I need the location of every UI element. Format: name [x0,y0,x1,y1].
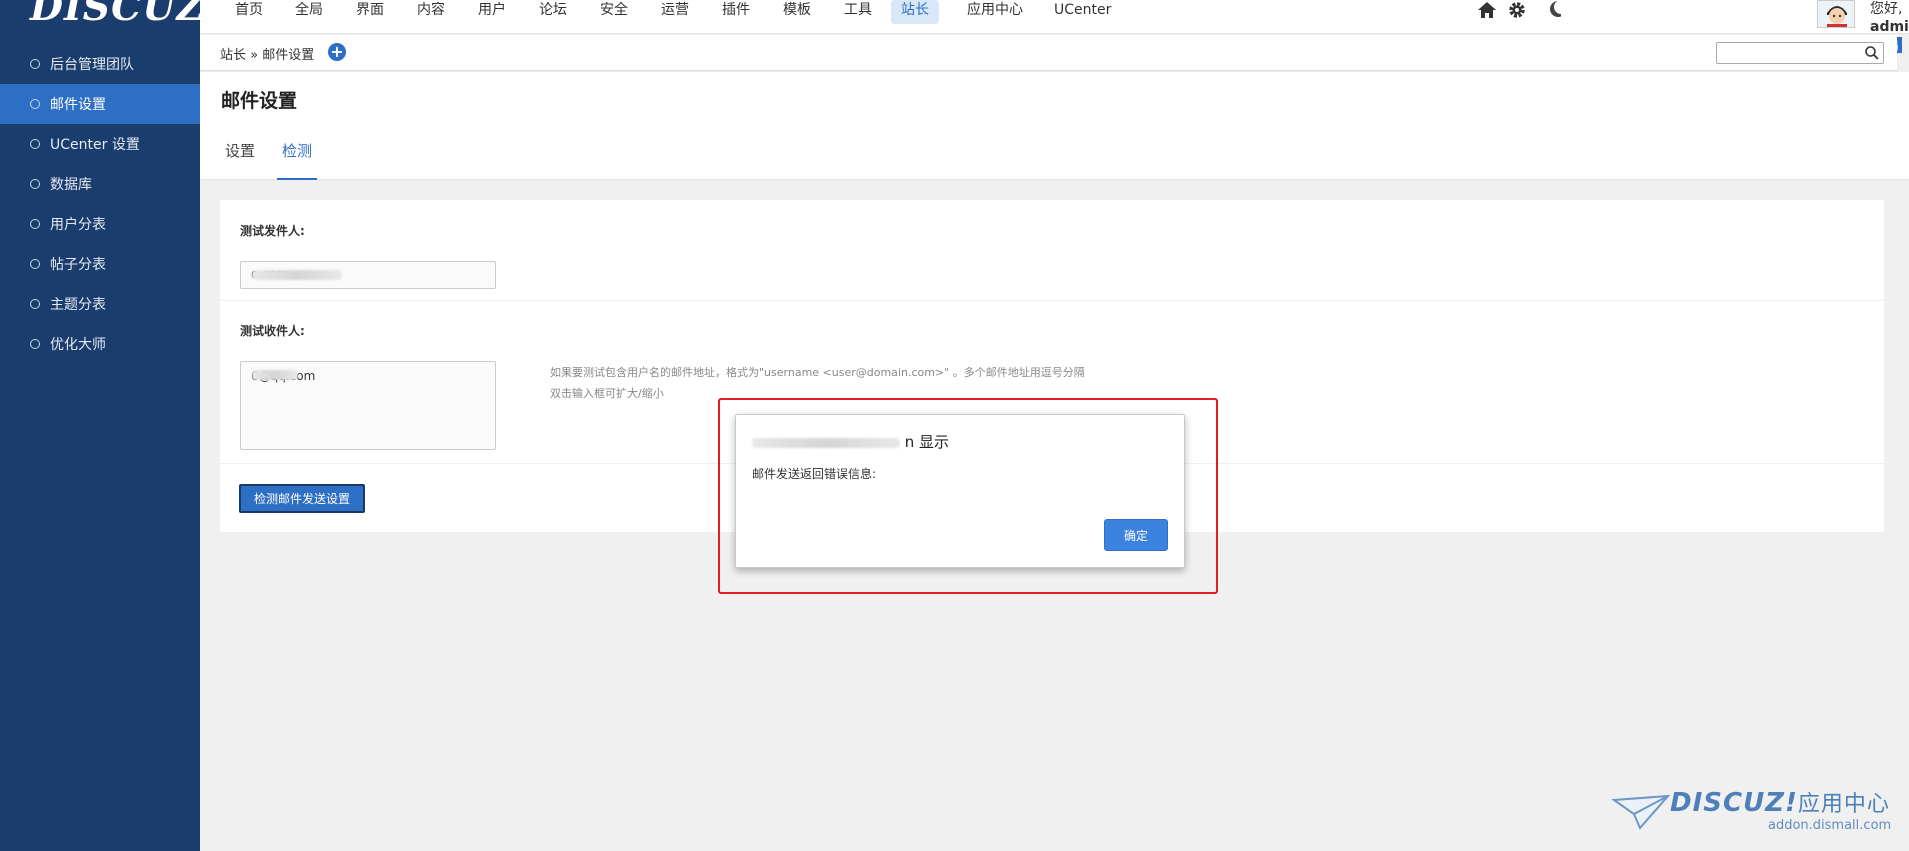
avatar[interactable] [1817,0,1855,28]
redaction-blur [752,437,900,448]
recipient-label: 测试收件人: [240,324,305,338]
circle-icon [30,59,40,69]
circle-icon [30,99,40,109]
nav-ucenter[interactable]: UCenter [1044,0,1121,24]
gear-icon[interactable] [1506,0,1528,20]
watermark-brand: DISCUZ!应用中心 [1670,786,1890,818]
sidebar-item-user-split[interactable]: 用户分表 [0,204,200,244]
greeting-text: 您好, [1870,1,1903,17]
dialog-message: 邮件发送返回错误信息: [752,467,877,481]
username: admin [1870,19,1909,35]
sidebar-item-thread-split[interactable]: 主题分表 [0,284,200,324]
nav-interface[interactable]: 界面 [346,0,394,24]
top-nav: 首页 全局 界面 内容 用户 论坛 安全 运营 插件 模板 工具 站长 应用中心… [200,0,1909,53]
watermark-label: 应用中心 [1797,792,1890,817]
circle-icon [30,299,40,309]
sidebar-item-post-split[interactable]: 帖子分表 [0,244,200,284]
sidebar-item-ucenter-settings[interactable]: UCenter 设置 [0,124,200,164]
circle-icon [30,259,40,269]
divider [220,300,1884,301]
resize-hint: 双击输入框可扩大/缩小 [550,387,664,400]
sidebar-item-admin-team[interactable]: 后台管理团队 [0,44,200,84]
user-greeting: 您好, admin退出 [1870,0,1909,53]
breadcrumb: 站长 » 邮件设置 [220,48,315,63]
nav-content[interactable]: 内容 [407,0,455,24]
nav-forum[interactable]: 论坛 [529,0,577,24]
nav-app-center[interactable]: 应用中心 [957,0,1033,24]
sidebar-item-label: 邮件设置 [50,97,106,113]
breadcrumb-bar: 站长 » 邮件设置 + [200,35,1897,71]
sidebar-item-optimizer[interactable]: 优化大师 [0,324,200,364]
sidebar-item-label: 后台管理团队 [50,57,134,73]
sidebar-item-database[interactable]: 数据库 [0,164,200,204]
redaction-blur [252,370,298,380]
sidebar-item-label: UCenter 设置 [50,137,140,153]
sidebar-item-mail-settings[interactable]: 邮件设置 [0,84,200,124]
search-icon[interactable] [1864,45,1880,61]
discuz-logo[interactable]: DISCUZ! [30,0,223,29]
page-header: 邮件设置 设置 检测 [200,72,1909,180]
nav-operations[interactable]: 运营 [651,0,699,24]
nav-users[interactable]: 用户 [468,0,516,24]
sidebar: DISCUZ! 后台管理团队 邮件设置 UCenter 设置 数据库 用户分表 … [0,0,222,851]
nav-global[interactable]: 全局 [285,0,333,24]
home-icon[interactable] [1476,0,1498,20]
recipient-hint: 如果要测试包含用户名的邮件地址，格式为"username <user@domai… [550,366,1085,379]
nav-home[interactable]: 首页 [225,0,273,24]
search-input[interactable] [1717,44,1857,64]
circle-icon [30,179,40,189]
sidebar-item-label: 数据库 [50,177,92,193]
nav-plugins[interactable]: 插件 [712,0,760,24]
watermark-url: addon.dismall.com [1768,818,1892,833]
ok-button[interactable]: 确定 [1104,519,1168,551]
search-box [1716,42,1884,64]
sidebar-item-label: 帖子分表 [50,257,106,273]
circle-icon [30,139,40,149]
nav-templates[interactable]: 模板 [773,0,821,24]
nav-tools[interactable]: 工具 [834,0,882,24]
circle-icon [30,219,40,229]
sidebar-item-label: 优化大师 [50,337,106,353]
dialog-title: n 显示 [752,431,949,452]
nav-security[interactable]: 安全 [590,0,638,24]
sidebar-item-label: 用户分表 [50,217,106,233]
moon-icon[interactable] [1547,0,1561,20]
sender-label: 测试发件人: [240,224,305,238]
watermark-brand-name: DISCUZ! [1670,788,1798,818]
add-shortcut-button[interactable]: + [328,43,346,61]
tab-settings[interactable]: 设置 [225,140,255,180]
sidebar-item-label: 主题分表 [50,297,106,313]
circle-icon [30,339,40,349]
nav-webmaster[interactable]: 站长 [891,0,939,24]
alert-dialog: n 显示 邮件发送返回错误信息: 确定 [735,414,1185,568]
paper-plane-icon [1611,794,1670,830]
dialog-title-text: n 显示 [904,433,950,451]
tab-test[interactable]: 检测 [277,140,318,180]
page-title: 邮件设置 [221,90,298,112]
redaction-blur [252,270,342,280]
test-mail-button[interactable]: 检测邮件发送设置 [239,484,365,513]
watermark: DISCUZ!应用中心 addon.dismall.com [1610,786,1900,846]
